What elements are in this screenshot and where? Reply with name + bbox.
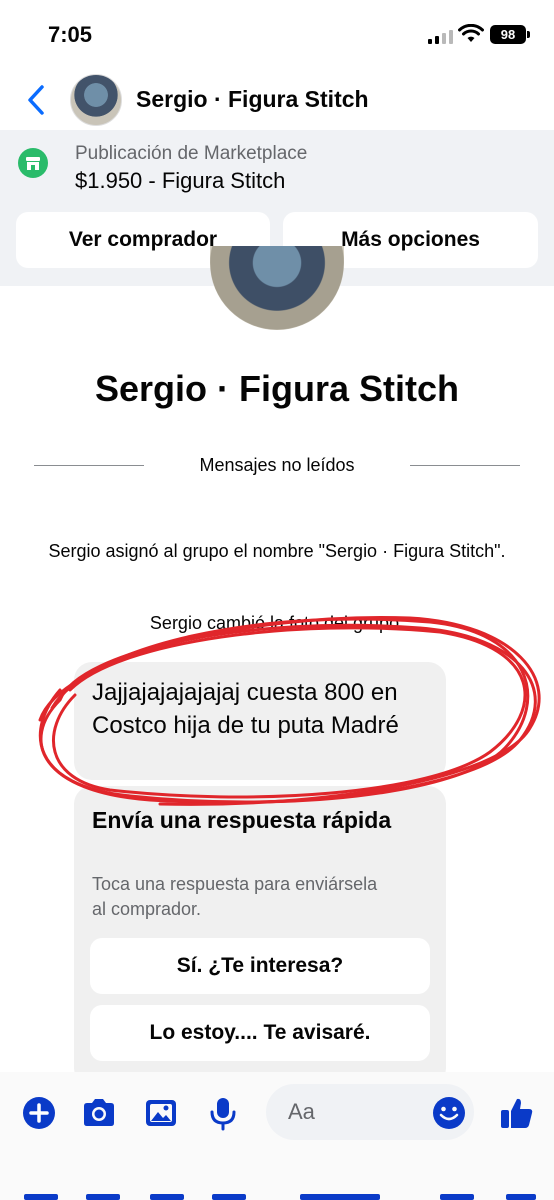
quick-reply-title: Envía una respuesta rápida: [92, 807, 392, 833]
marketplace-label: Publicación de Marketplace: [75, 143, 308, 164]
battery-icon: 98: [490, 25, 530, 44]
camera-icon[interactable]: [80, 1094, 118, 1132]
divider: [34, 465, 144, 466]
quick-reply-option[interactable]: Sí. ¿Te interesa?: [90, 938, 430, 994]
quick-reply-subtitle: Toca una respuesta para enviársela al co…: [92, 874, 378, 919]
plus-icon[interactable]: [20, 1094, 58, 1132]
divider: [410, 465, 520, 466]
quick-reply-option[interactable]: Lo estoy.... Te avisaré.: [90, 1005, 430, 1061]
gallery-icon[interactable]: [142, 1094, 180, 1132]
profile-name: Sergio · Figura Stitch: [94, 368, 460, 409]
cellular-signal-icon: [428, 28, 453, 44]
listing-title[interactable]: $1.950 - Figura Stitch: [75, 168, 285, 194]
thumbs-up-icon[interactable]: [498, 1094, 536, 1132]
status-bar: 7:05 98: [0, 0, 554, 70]
message-text: Jajjajajajajajaj cuesta 800 en Costco hi…: [92, 679, 399, 739]
tab-bar-edge: [0, 1190, 554, 1200]
wifi-icon: [458, 24, 484, 42]
system-message: Sergio asignó al grupo el nombre "Sergio…: [48, 541, 506, 561]
chat-header: Sergio · Figura Stitch: [0, 70, 554, 130]
chat-title[interactable]: Sergio · Figura Stitch: [136, 86, 369, 113]
quick-reply-card: Envía una respuesta rápida Toca una resp…: [74, 786, 446, 1086]
message-bubble[interactable]: Jajjajajajajajaj cuesta 800 en Costco hi…: [74, 662, 446, 780]
status-time: 7:05: [48, 22, 93, 47]
message-composer: [0, 1072, 554, 1200]
marketplace-shop-icon: [18, 148, 48, 178]
unread-messages-divider: Mensajes no leídos: [199, 455, 355, 475]
profile-avatar: [210, 246, 344, 330]
avatar[interactable]: [70, 74, 122, 126]
microphone-icon[interactable]: [204, 1094, 242, 1132]
emoji-icon[interactable]: [430, 1094, 468, 1132]
back-chevron-icon[interactable]: [22, 82, 52, 118]
system-message: Sergio cambió la foto del grupo.: [149, 613, 405, 633]
